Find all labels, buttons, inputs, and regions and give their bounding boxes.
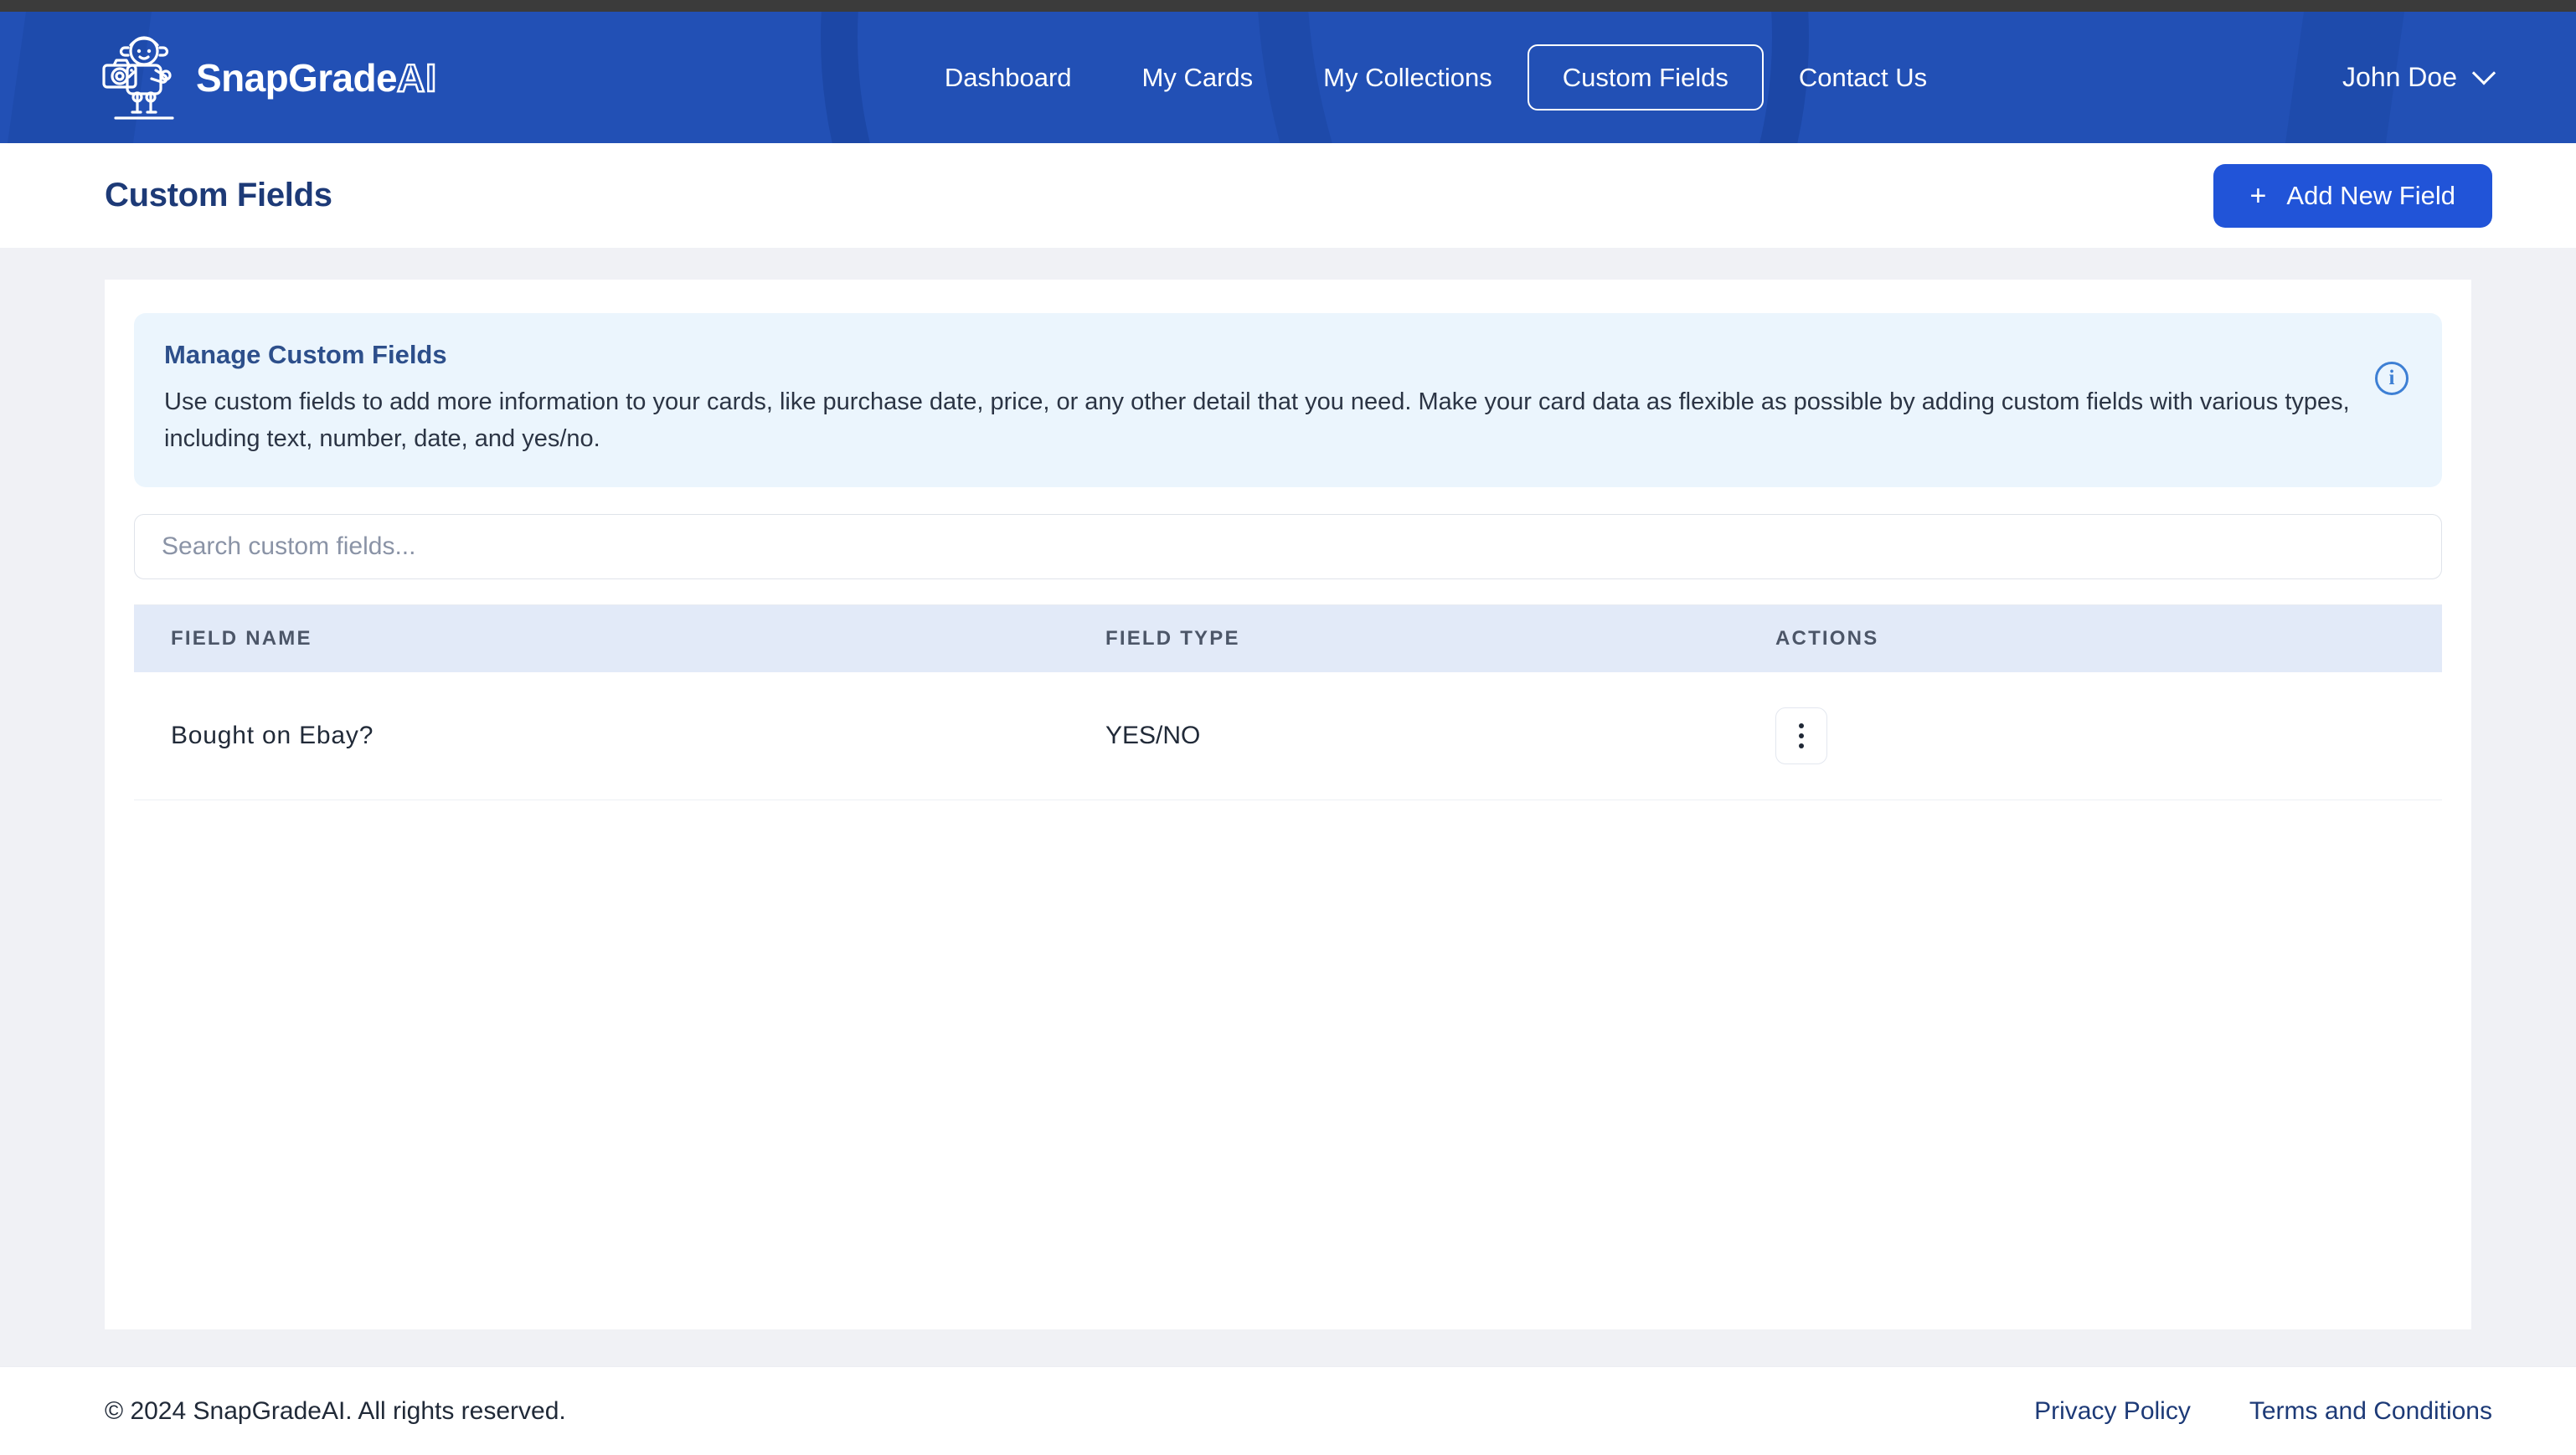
search-input[interactable] (134, 514, 2442, 580)
banner-text: Manage Custom Fields Use custom fields t… (164, 340, 2350, 457)
custom-fields-table: FIELD NAME FIELD TYPE ACTIONS Bought on … (134, 604, 2442, 801)
table-body: Bought on Ebay? YES/NO (134, 672, 2442, 801)
column-header-field-type: FIELD TYPE (1105, 604, 1775, 673)
table-head: FIELD NAME FIELD TYPE ACTIONS (134, 604, 2442, 673)
footer-links: Privacy Policy Terms and Conditions (2034, 1397, 2492, 1426)
manage-custom-fields-banner: Manage Custom Fields Use custom fields t… (134, 313, 2442, 488)
banner-title: Manage Custom Fields (164, 340, 447, 369)
brand-name-accent: AI (396, 54, 438, 100)
column-header-actions: ACTIONS (1775, 604, 2442, 673)
brand-name-main: SnapGrade (196, 55, 398, 100)
info-circle-icon[interactable]: i (2375, 362, 2409, 395)
cell-field-name: Bought on Ebay? (134, 672, 1105, 801)
nav-item-my-collections[interactable]: My Collections (1288, 64, 1528, 90)
app-page: SnapGrade AI Dashboard My Cards My Collec… (0, 0, 2576, 1455)
info-glyph: i (2388, 367, 2395, 389)
footer-link-privacy-policy[interactable]: Privacy Policy (2034, 1397, 2191, 1426)
user-name: John Doe (2342, 62, 2457, 92)
nav-item-dashboard[interactable]: Dashboard (909, 64, 1107, 90)
nav-item-custom-fields[interactable]: Custom Fields (1527, 44, 1764, 111)
table-row: Bought on Ebay? YES/NO (134, 672, 2442, 801)
cell-field-type: YES/NO (1105, 672, 1775, 801)
main-content: Manage Custom Fields Use custom fields t… (0, 248, 2576, 1366)
cell-actions (1775, 672, 2442, 801)
banner-description: Use custom fields to add more informatio… (164, 388, 2350, 453)
footer-copyright: © 2024 SnapGradeAI. All rights reserved. (105, 1396, 566, 1425)
page-footer: © 2024 SnapGradeAI. All rights reserved.… (0, 1366, 2576, 1455)
table-header-row: FIELD NAME FIELD TYPE ACTIONS (134, 604, 2442, 673)
chevron-down-icon (2471, 60, 2496, 85)
row-actions-kebab-menu-icon[interactable] (1775, 707, 1827, 765)
add-new-field-button[interactable]: + Add New Field (2213, 163, 2492, 228)
brand-name: SnapGrade AI (196, 54, 438, 100)
add-new-field-label: Add New Field (2286, 180, 2455, 210)
footer-link-terms-and-conditions[interactable]: Terms and Conditions (2249, 1397, 2492, 1426)
page-titlebar: Custom Fields + Add New Field (0, 143, 2576, 248)
user-menu[interactable]: John Doe (2342, 60, 2496, 93)
custom-fields-card: Manage Custom Fields Use custom fields t… (105, 280, 2471, 1329)
plus-icon: + (2249, 179, 2267, 212)
nav-item-my-cards[interactable]: My Cards (1107, 64, 1289, 90)
column-header-field-name: FIELD NAME (134, 604, 1105, 673)
primary-nav: Dashboard My Cards My Collections Custom… (529, 44, 2342, 111)
nav-item-contact-us[interactable]: Contact Us (1764, 64, 1962, 90)
top-navigation-bar: SnapGrade AI Dashboard My Cards My Collec… (0, 12, 2576, 143)
browser-chrome-strip (0, 0, 2576, 12)
brand-logo-link[interactable]: SnapGrade AI (100, 33, 437, 122)
search-row (134, 487, 2442, 604)
page-title: Custom Fields (105, 177, 332, 213)
robot-camera-logo-icon (102, 35, 174, 120)
